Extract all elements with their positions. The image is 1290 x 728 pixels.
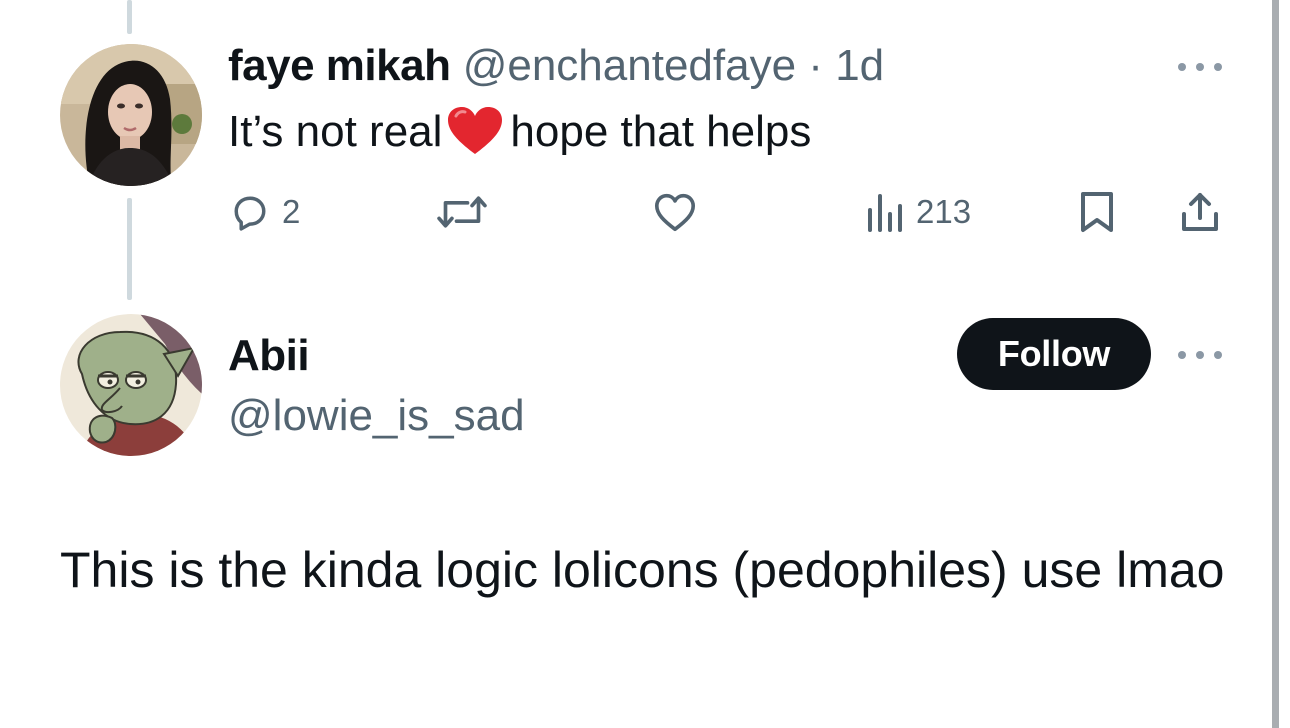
reply-header: faye mikah @enchantedfaye · 1d bbox=[228, 40, 884, 92]
repost-icon bbox=[436, 190, 488, 234]
author-handle[interactable]: @lowie_is_sad bbox=[228, 390, 525, 442]
views-chart-icon bbox=[866, 190, 906, 234]
red-heart-emoji bbox=[446, 106, 504, 156]
author-display-name[interactable]: Abii bbox=[228, 330, 310, 382]
bookmark-action[interactable] bbox=[1078, 190, 1116, 234]
heart-icon bbox=[652, 190, 698, 234]
repost-action[interactable] bbox=[436, 190, 498, 234]
avatar[interactable] bbox=[60, 314, 202, 456]
reply-timestamp[interactable]: 1d bbox=[835, 41, 884, 90]
thread-line-bottom bbox=[127, 198, 132, 300]
views-action[interactable]: 213 bbox=[866, 190, 971, 234]
scrollbar-edge[interactable] bbox=[1272, 0, 1279, 728]
reply-action[interactable]: 2 bbox=[228, 190, 300, 234]
more-icon[interactable] bbox=[1178, 348, 1222, 362]
share-icon bbox=[1178, 190, 1222, 234]
reply-handle[interactable]: @enchantedfaye bbox=[463, 41, 796, 90]
reply-text-after: hope that helps bbox=[510, 107, 812, 156]
reply-display-name[interactable]: faye mikah bbox=[228, 41, 451, 90]
follow-button[interactable]: Follow bbox=[957, 318, 1151, 390]
tweet-text: This is the kinda logic lolicons (pedoph… bbox=[60, 542, 1225, 598]
bookmark-icon bbox=[1078, 190, 1116, 234]
thread-line-top bbox=[127, 0, 132, 34]
separator-dot: · bbox=[808, 41, 823, 90]
views-count: 213 bbox=[916, 193, 972, 230]
avatar[interactable] bbox=[60, 44, 202, 186]
reply-icon bbox=[228, 190, 272, 234]
reply-count: 2 bbox=[282, 193, 301, 230]
like-action[interactable] bbox=[652, 190, 708, 234]
reply-text: It’s not real hope that helps bbox=[228, 104, 811, 160]
share-action[interactable] bbox=[1178, 190, 1222, 234]
reply-text-before: It’s not real bbox=[228, 107, 443, 156]
more-icon[interactable] bbox=[1178, 60, 1222, 74]
